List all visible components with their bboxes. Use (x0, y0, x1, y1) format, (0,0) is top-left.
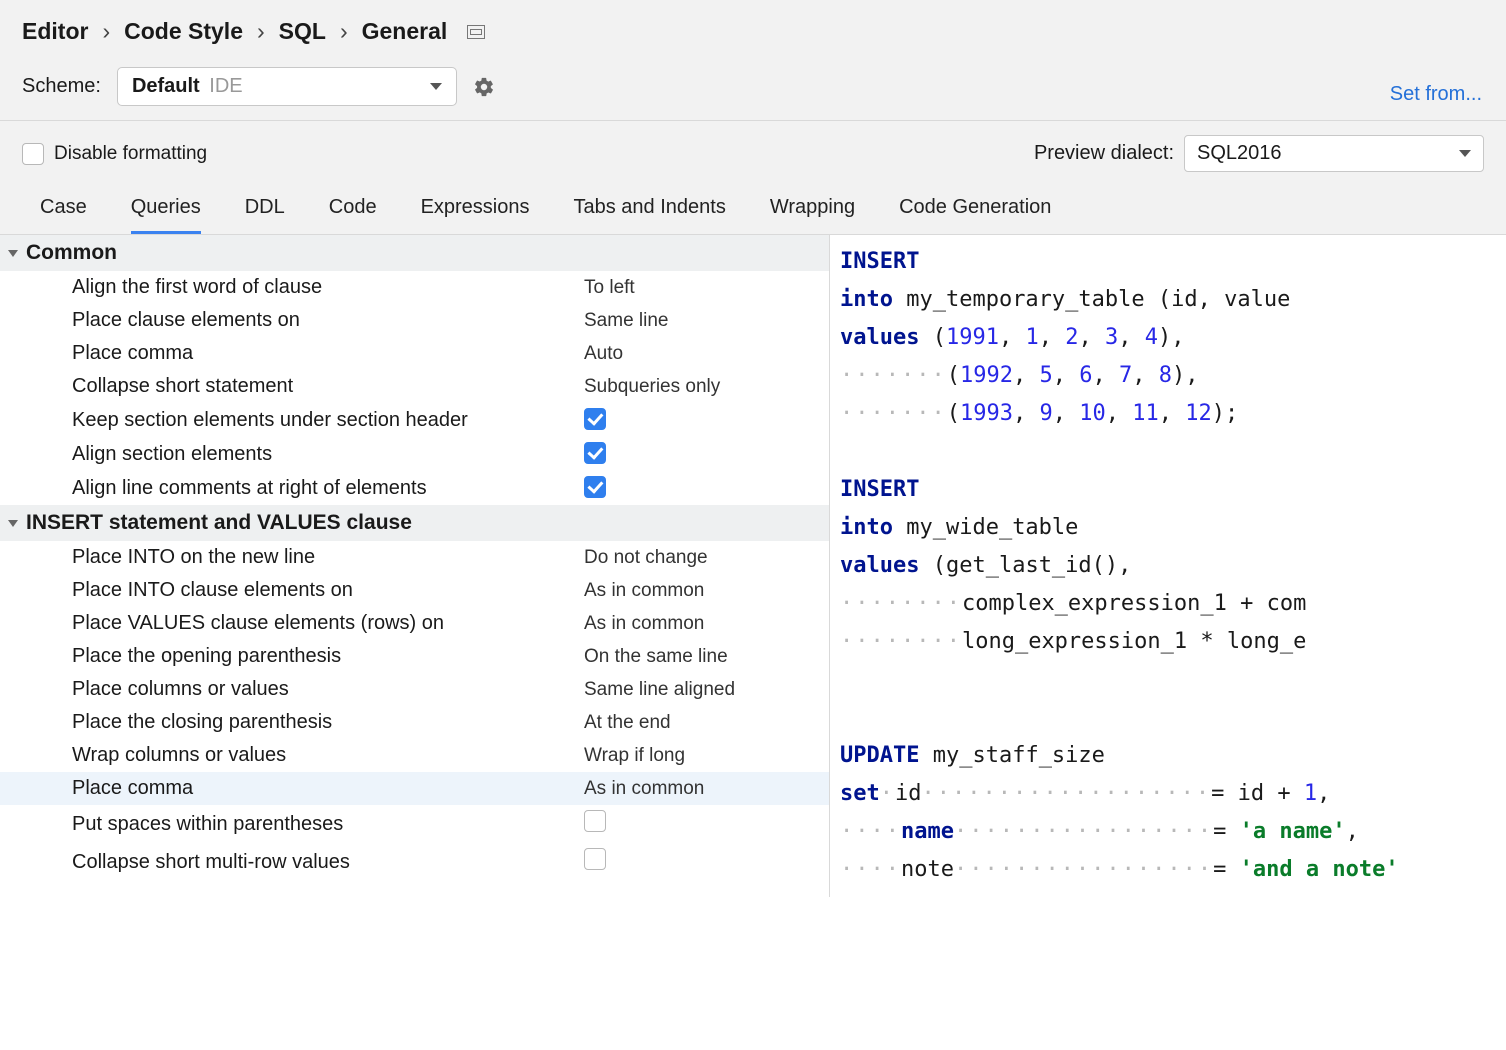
option-value: Do not change (584, 547, 708, 569)
option-value: Same line (584, 310, 669, 332)
option-label: Align section elements (72, 443, 584, 466)
option-row[interactable]: Keep section elements under section head… (0, 403, 829, 437)
option-row[interactable]: Place the opening parenthesisOn the same… (0, 640, 829, 673)
option-row[interactable]: Place commaAs in common (0, 772, 829, 805)
checkbox-icon[interactable] (584, 810, 606, 832)
option-label: Collapse short multi-row values (72, 851, 584, 874)
section-title: Common (26, 241, 117, 265)
option-row[interactable]: Collapse short statementSubqueries only (0, 370, 829, 403)
option-label: Place columns or values (72, 678, 584, 701)
breadcrumb-item[interactable]: Editor (22, 18, 88, 45)
breadcrumb-item[interactable]: Code Style (124, 18, 243, 45)
breadcrumb-sep: › (257, 18, 265, 45)
disable-formatting-checkbox[interactable]: Disable formatting (22, 143, 207, 165)
option-row[interactable]: Place the closing parenthesisAt the end (0, 706, 829, 739)
gear-icon[interactable] (473, 76, 495, 98)
option-label: Place clause elements on (72, 309, 584, 332)
option-value: Subqueries only (584, 376, 720, 398)
preview-dialect-select[interactable]: SQL2016 (1184, 135, 1484, 172)
checkbox-icon[interactable] (584, 848, 606, 870)
option-label: Place the opening parenthesis (72, 645, 584, 668)
option-row[interactable]: Place VALUES clause elements (rows) onAs… (0, 607, 829, 640)
option-value: At the end (584, 712, 671, 734)
options-pane: Common Align the first word of clauseTo l… (0, 235, 830, 897)
option-value: Wrap if long (584, 745, 685, 767)
option-value: As in common (584, 580, 704, 602)
tab-tabs-and-indents[interactable]: Tabs and Indents (574, 188, 726, 234)
checkbox-icon[interactable] (584, 476, 606, 498)
preview-dialect-value: SQL2016 (1197, 142, 1282, 165)
breadcrumb: Editor › Code Style › SQL › General (22, 18, 1484, 45)
option-label: Align line comments at right of elements (72, 477, 584, 500)
option-row[interactable]: Align the first word of clauseTo left (0, 271, 829, 304)
checkbox-icon[interactable] (584, 408, 606, 430)
option-value: As in common (584, 778, 704, 800)
preview-dialect-label: Preview dialect: (1034, 142, 1174, 165)
option-row[interactable]: Wrap columns or valuesWrap if long (0, 739, 829, 772)
breadcrumb-sep: › (102, 18, 110, 45)
option-row[interactable]: Place commaAuto (0, 337, 829, 370)
option-row[interactable]: Align section elements (0, 437, 829, 471)
option-label: Wrap columns or values (72, 744, 584, 767)
chevron-down-icon (8, 520, 18, 527)
scheme-label: Scheme: (22, 75, 101, 98)
option-label: Place VALUES clause elements (rows) on (72, 612, 584, 635)
option-row[interactable]: Place columns or valuesSame line aligned (0, 673, 829, 706)
expand-icon[interactable] (467, 25, 485, 39)
chevron-down-icon (1459, 150, 1471, 157)
option-row[interactable]: Place INTO clause elements onAs in commo… (0, 574, 829, 607)
checkbox-icon (22, 143, 44, 165)
option-label: Align the first word of clause (72, 276, 584, 299)
tab-wrapping[interactable]: Wrapping (770, 188, 855, 234)
tab-expressions[interactable]: Expressions (421, 188, 530, 234)
option-row[interactable]: Collapse short multi-row values (0, 843, 829, 881)
tab-code-generation[interactable]: Code Generation (899, 188, 1051, 234)
checkbox-icon[interactable] (584, 442, 606, 464)
option-value: Same line aligned (584, 679, 735, 701)
option-label: Place the closing parenthesis (72, 711, 584, 734)
option-label: Place comma (72, 777, 584, 800)
option-value: As in common (584, 613, 704, 635)
set-from-link[interactable]: Set from... (1390, 83, 1482, 106)
option-row[interactable]: Place INTO on the new lineDo not change (0, 541, 829, 574)
tab-queries[interactable]: Queries (131, 188, 201, 234)
scheme-select[interactable]: Default IDE (117, 67, 457, 106)
option-label: Keep section elements under section head… (72, 409, 584, 432)
breadcrumb-sep: › (340, 18, 348, 45)
option-label: Place INTO on the new line (72, 546, 584, 569)
scheme-suffix: IDE (209, 75, 242, 97)
breadcrumb-item[interactable]: SQL (279, 18, 326, 45)
section-header[interactable]: Common (0, 235, 829, 271)
tabs: Case Queries DDL Code Expressions Tabs and In… (22, 188, 1484, 234)
disable-formatting-label: Disable formatting (54, 143, 207, 165)
tab-case[interactable]: Case (40, 188, 87, 234)
option-value: To left (584, 277, 635, 299)
option-row[interactable]: Place clause elements onSame line (0, 304, 829, 337)
option-label: Place INTO clause elements on (72, 579, 584, 602)
breadcrumb-item[interactable]: General (362, 18, 448, 45)
option-row[interactable]: Align line comments at right of elements (0, 471, 829, 505)
option-row[interactable]: Put spaces within parentheses (0, 805, 829, 843)
section-title: INSERT statement and VALUES clause (26, 511, 412, 535)
option-label: Collapse short statement (72, 375, 584, 398)
option-value: On the same line (584, 646, 728, 668)
option-value: Auto (584, 343, 623, 365)
tab-code[interactable]: Code (329, 188, 377, 234)
code-preview: INSERTinto my_temporary_table (id, value… (830, 235, 1506, 897)
chevron-down-icon (8, 250, 18, 257)
option-label: Put spaces within parentheses (72, 813, 584, 836)
scheme-name: Default (132, 75, 200, 97)
chevron-down-icon (430, 83, 442, 90)
tab-ddl[interactable]: DDL (245, 188, 285, 234)
section-header[interactable]: INSERT statement and VALUES clause (0, 505, 829, 541)
option-label: Place comma (72, 342, 584, 365)
